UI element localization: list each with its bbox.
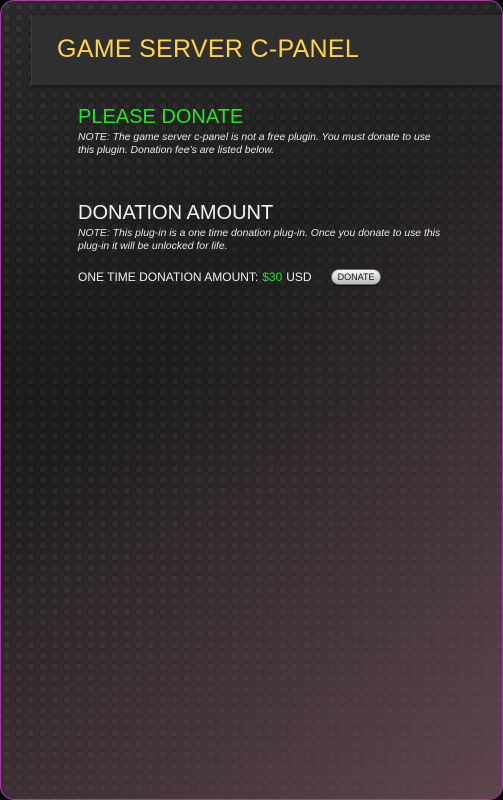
please-donate-section: PLEASE DONATE NOTE: The game server c-pa… xyxy=(78,105,448,157)
panel-frame: GAME SERVER C-PANEL PLEASE DONATE NOTE: … xyxy=(0,0,503,800)
page-title: GAME SERVER C-PANEL xyxy=(57,35,360,63)
page-header: GAME SERVER C-PANEL xyxy=(31,15,502,86)
donation-amount-section: DONATION AMOUNT NOTE: This plug-in is a … xyxy=(78,201,448,285)
donation-currency: USD xyxy=(286,270,312,284)
donation-amount-heading: DONATION AMOUNT xyxy=(78,202,274,224)
please-donate-heading: PLEASE DONATE xyxy=(78,106,244,128)
donation-amount-label: ONE TIME DONATION AMOUNT: xyxy=(78,270,259,284)
donation-amount-note: NOTE: This plug-in is a one time donatio… xyxy=(78,228,441,252)
please-donate-note: NOTE: The game server c-panel is not a f… xyxy=(78,132,431,156)
donation-amount-value: $30 xyxy=(262,270,283,284)
donation-amount-row: ONE TIME DONATION AMOUNT: $30 USD DONATE xyxy=(78,269,448,285)
donate-button[interactable]: DONATE xyxy=(330,269,382,285)
main-content: PLEASE DONATE NOTE: The game server c-pa… xyxy=(78,105,448,285)
